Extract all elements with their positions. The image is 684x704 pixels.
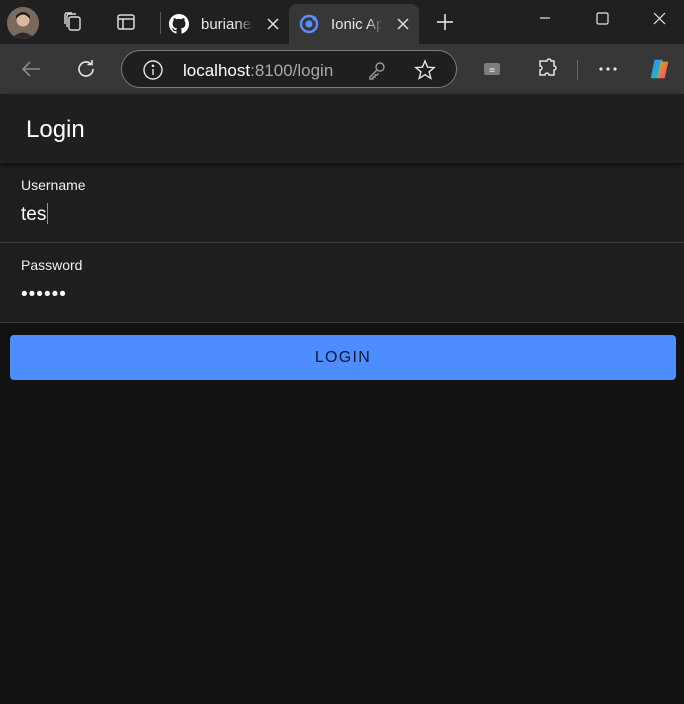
address-bar[interactable]: localhost:8100/login: [121, 50, 457, 88]
password-input[interactable]: ••••••: [21, 281, 661, 309]
username-label: Username: [21, 177, 86, 193]
tab-github[interactable]: buriane/: [166, 4, 288, 44]
workspaces-icon[interactable]: [61, 10, 85, 34]
tab-actions-icon[interactable]: [114, 10, 138, 34]
close-icon[interactable]: [393, 14, 413, 34]
svg-text:≡: ≡: [489, 66, 496, 75]
address-url: localhost:8100/login: [183, 61, 333, 81]
site-info-icon[interactable]: [142, 59, 164, 81]
minimize-icon[interactable]: [516, 0, 574, 36]
maximize-icon[interactable]: [573, 0, 631, 36]
tab-strip: buriane/ Ionic App: [0, 0, 684, 44]
username-item[interactable]: Username tes: [0, 163, 684, 243]
extensions-icon[interactable]: [534, 56, 560, 82]
tab-separator: [160, 12, 161, 34]
copilot-icon[interactable]: [647, 56, 673, 82]
ionic-icon: [299, 14, 319, 34]
username-input[interactable]: tes: [21, 201, 661, 229]
login-button[interactable]: LOGIN: [10, 335, 676, 380]
url-host: localhost: [183, 61, 251, 80]
refresh-icon[interactable]: [73, 56, 99, 82]
page-title: Login: [26, 116, 85, 143]
app-header: Login: [0, 94, 684, 163]
browser-toolbar: localhost:8100/login ≡: [0, 44, 684, 94]
tab-ionic-app[interactable]: Ionic App: [289, 4, 419, 44]
url-path: :8100/login: [250, 61, 334, 80]
password-key-icon[interactable]: [366, 59, 388, 81]
text-caret: [47, 203, 49, 224]
password-value: ••••••: [21, 284, 67, 305]
more-options-icon[interactable]: [595, 56, 621, 82]
tracking-prevention-icon[interactable]: ≡: [479, 56, 505, 82]
close-icon[interactable]: [263, 14, 283, 34]
toolbar-separator: [577, 60, 578, 80]
window-close-icon[interactable]: [630, 0, 684, 36]
password-item[interactable]: Password ••••••: [0, 243, 684, 323]
password-label: Password: [21, 257, 83, 273]
tab-title: Ionic App: [331, 15, 383, 33]
app-page: Login Username tes Password •••••• LOGIN: [0, 94, 684, 704]
new-tab-icon[interactable]: [433, 10, 457, 34]
profile-avatar[interactable]: [7, 7, 39, 39]
back-icon[interactable]: [18, 56, 44, 82]
tab-title: buriane/: [201, 15, 253, 33]
favorite-star-icon[interactable]: [413, 59, 437, 81]
github-icon: [169, 14, 189, 34]
username-value: tes: [21, 204, 47, 225]
